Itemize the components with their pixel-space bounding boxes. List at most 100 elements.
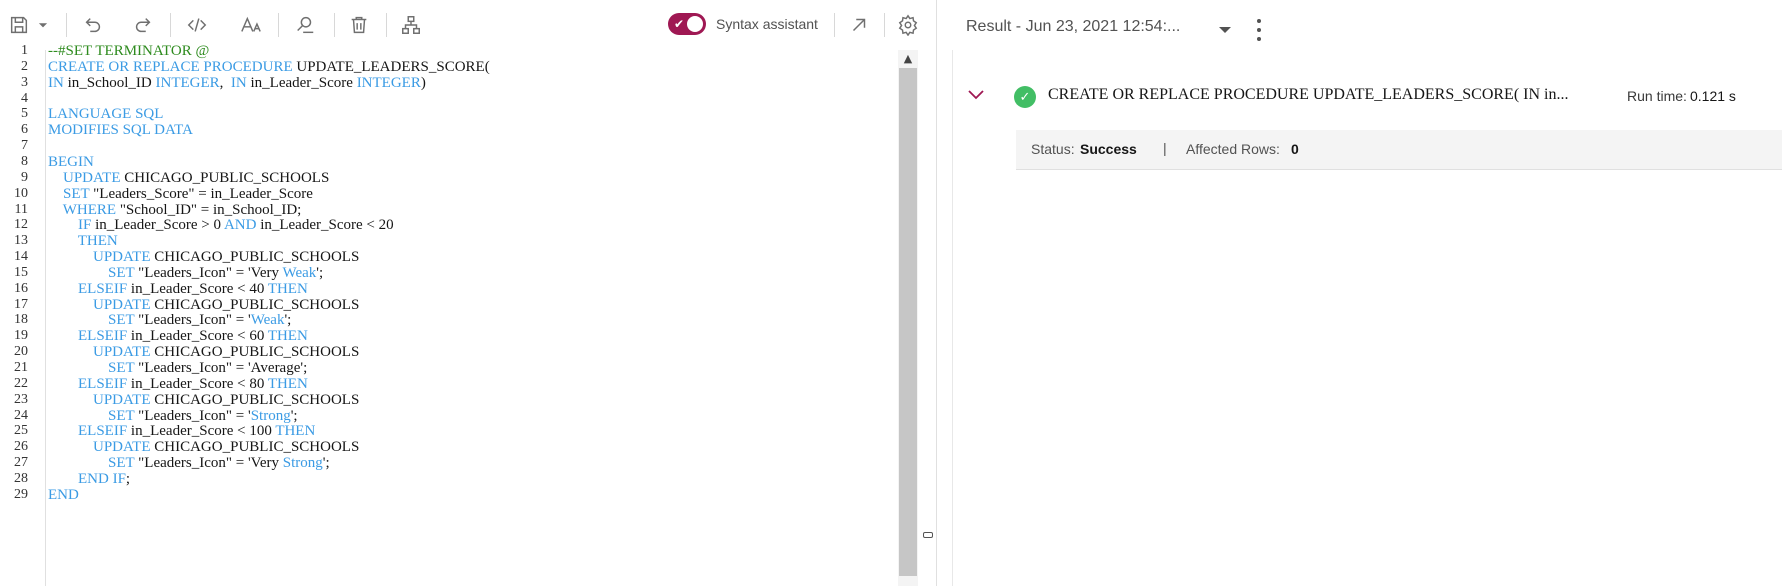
line-number-gutter: 1 2 3 4 5 6 7 8 9 10 11 12 13 14 15 16 17 18 19 20 21 22 23 24 2…	[0, 43, 46, 586]
font-size-icon[interactable]	[236, 10, 266, 40]
sql-keyword: THEN	[267, 375, 308, 392]
affected-rows-label: Affected Rows:	[1186, 141, 1280, 157]
overflow-menu-icon[interactable]	[1252, 16, 1266, 44]
status-label: Status:	[1031, 141, 1075, 157]
sql-text: ';	[316, 264, 324, 281]
status-separator: |	[1163, 140, 1167, 156]
run-time-value: 0.121 s	[1690, 88, 1736, 104]
sql-keyword: CREATE OR REPLACE PROCEDURE	[48, 58, 293, 75]
sql-text: "Leaders_Icon" = 'Very	[134, 264, 283, 281]
sql-keyword: IN	[48, 74, 64, 91]
code-line: IN in_School_ID INTEGER, IN in_Leader_Sc…	[48, 74, 426, 92]
toolbar-divider	[66, 13, 67, 37]
code-area[interactable]: --#SET TERMINATOR @ CREATE OR REPLACE PRO…	[48, 43, 896, 586]
sql-keyword: THEN	[275, 423, 316, 440]
sql-text: in_School_ID	[63, 74, 156, 91]
scroll-up-icon[interactable]: ▲	[898, 50, 918, 68]
sql-text: CHICAGO_PUBLIC_SCHOOLS	[150, 344, 360, 361]
sql-keyword: ELSEIF	[78, 280, 128, 297]
toolbar-divider	[334, 13, 335, 37]
sql-keyword: Weak	[282, 264, 317, 281]
redo-icon[interactable]	[128, 10, 158, 40]
sql-text: CHICAGO_PUBLIC_SCHOOLS	[150, 439, 360, 456]
toggle-knob	[687, 16, 703, 32]
sql-keyword: MODIFIES SQL DATA	[48, 122, 193, 139]
sql-keyword: SET	[108, 312, 135, 329]
sql-keyword: UPDATE	[93, 391, 151, 408]
run-time-label: Run time:	[1627, 88, 1687, 104]
sql-keyword: ELSEIF	[78, 328, 128, 345]
delete-icon[interactable]	[344, 10, 374, 40]
syntax-assistant-toggle[interactable]: ✔	[668, 13, 706, 35]
sql-text: CHICAGO_PUBLIC_SCHOOLS	[120, 169, 330, 186]
sql-text: in_Leader_Score < 100	[127, 423, 276, 440]
sql-keyword: IN	[230, 74, 247, 91]
sql-keyword: Weak	[250, 312, 285, 329]
sql-text: in_Leader_Score < 60	[127, 328, 268, 345]
sql-keyword: ELSEIF	[78, 423, 128, 440]
scrollbar-thumb[interactable]	[899, 68, 917, 576]
result-dropdown-icon[interactable]	[1215, 20, 1235, 40]
sql-keyword: SET	[108, 455, 135, 472]
sql-keyword: THEN	[77, 233, 118, 250]
result-title[interactable]: Result - Jun 23, 2021 12:54:...	[966, 18, 1180, 36]
sql-keyword: SET	[108, 360, 135, 376]
sql-keyword: SET	[108, 407, 135, 424]
panel-divider[interactable]	[936, 0, 937, 586]
chevron-down-icon[interactable]	[966, 84, 986, 104]
sql-text: ,	[219, 74, 231, 91]
sql-text: "Leaders_Icon" = '	[134, 312, 251, 329]
sql-keyword: LANGUAGE SQL	[48, 106, 164, 123]
sql-text: "Leaders_Icon" = '	[134, 407, 251, 424]
sql-keyword: SET	[108, 264, 135, 281]
sql-keyword: UPDATE	[93, 249, 151, 266]
expand-icon[interactable]	[844, 10, 874, 40]
panel-resize-handle[interactable]	[923, 532, 933, 538]
code-line: MODIFIES SQL DATA	[48, 121, 193, 139]
save-dropdown-icon[interactable]	[34, 10, 52, 40]
sql-keyword: BEGIN	[48, 153, 94, 170]
sql-comment: --#SET TERMINATOR @	[48, 43, 210, 59]
code-line: END	[48, 486, 79, 504]
editor-scrollbar[interactable]: ▲	[898, 50, 918, 586]
sql-text: CHICAGO_PUBLIC_SCHOOLS	[150, 296, 360, 313]
result-panel-border	[952, 50, 953, 586]
explain-plan-icon[interactable]	[396, 10, 426, 40]
sql-keyword: UPDATE	[93, 439, 151, 456]
sql-text: CHICAGO_PUBLIC_SCHOOLS	[150, 391, 360, 408]
sql-text: in_Leader_Score < 40	[127, 280, 268, 297]
status-value: Success	[1080, 141, 1137, 157]
code-format-icon[interactable]	[182, 10, 212, 40]
sql-text: "Leaders_Score" = in_Leader_Score	[89, 185, 313, 202]
sql-text: in_Leader_Score > 0	[91, 217, 224, 234]
sql-editor[interactable]: 1 2 3 4 5 6 7 8 9 10 11 12 13 14 15 16 17 18 19 20 21 22 23 24 2…	[0, 43, 920, 586]
sql-text: "Leaders_Icon" = 'Very	[134, 455, 283, 472]
sql-keyword: SET	[63, 185, 90, 202]
settings-icon[interactable]	[893, 10, 923, 40]
undo-icon[interactable]	[78, 10, 108, 40]
line-number: 29	[14, 486, 28, 502]
result-statement: CREATE OR REPLACE PROCEDURE UPDATE_LEADE…	[1048, 86, 1569, 103]
find-replace-icon[interactable]	[290, 10, 320, 40]
sql-text: UPDATE_LEADERS_SCORE(	[292, 58, 490, 75]
sql-keyword: WHERE	[62, 201, 117, 218]
save-icon[interactable]	[4, 10, 34, 40]
toolbar-divider	[884, 13, 885, 37]
toolbar-divider	[278, 13, 279, 37]
sql-text: in_Leader_Score < 20	[256, 217, 394, 234]
sql-text: in_Leader_Score < 80	[127, 375, 268, 392]
